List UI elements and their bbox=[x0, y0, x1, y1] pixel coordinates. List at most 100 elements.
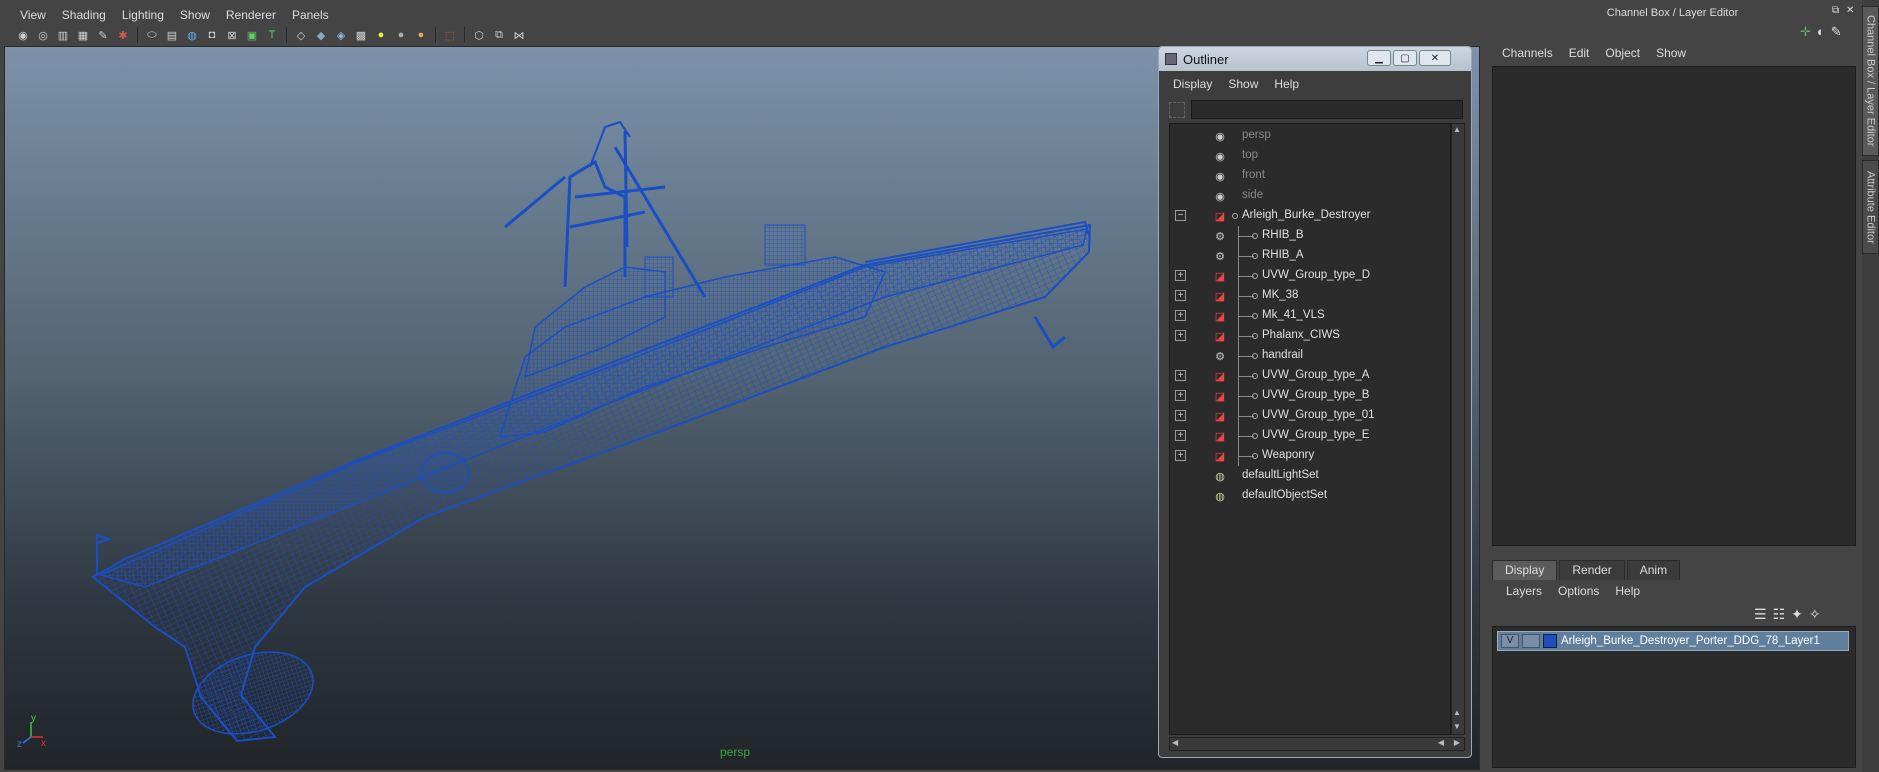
expand-icon[interactable]: + bbox=[1175, 310, 1186, 321]
scroll-down-icon[interactable]: ▼ bbox=[1453, 722, 1463, 732]
outliner-item[interactable]: ◍ defaultLightSet bbox=[1170, 466, 1450, 486]
hud-icon[interactable]: ▣ bbox=[243, 26, 261, 44]
manipulator-icon[interactable]: ✛ bbox=[1800, 24, 1811, 40]
layer-row[interactable]: V Arleigh_Burke_Destroyer_Porter_DDG_78_… bbox=[1497, 631, 1849, 651]
outliner-item[interactable]: ⚙ RHIB_A bbox=[1170, 246, 1450, 266]
collapse-icon[interactable]: − bbox=[1175, 210, 1186, 221]
sphere-gray-icon[interactable]: ● bbox=[392, 26, 410, 44]
maximize-button[interactable]: ▢ bbox=[1393, 50, 1417, 66]
outliner-item[interactable]: ⚙ RHIB_B bbox=[1170, 226, 1450, 246]
layer-menu-help[interactable]: Help bbox=[1607, 584, 1648, 598]
move-layer-up-icon[interactable]: ☰ bbox=[1754, 606, 1767, 623]
pen-icon[interactable]: ✎ bbox=[1831, 24, 1842, 40]
float-icon[interactable]: ⧉ bbox=[1832, 5, 1839, 16]
side-tab-attribute-editor[interactable]: Attribute Editor bbox=[1862, 160, 1879, 254]
xray-icon[interactable]: ✱ bbox=[114, 26, 132, 44]
layer-color-swatch[interactable] bbox=[1543, 634, 1557, 648]
outliner-vertical-scrollbar[interactable]: ▲ ▲ ▼ bbox=[1451, 123, 1465, 735]
wireframe-icon[interactable]: ⬭ bbox=[143, 26, 161, 44]
outliner-item[interactable]: + ◪ UVW_Group_type_B bbox=[1170, 386, 1450, 406]
scroll-left-icon[interactable]: ◀ bbox=[1172, 738, 1178, 747]
scroll-left-icon[interactable]: ◀ bbox=[1438, 738, 1444, 747]
outliner-item[interactable]: + ◪ Weaponry bbox=[1170, 446, 1450, 466]
shadows-icon[interactable]: ◘ bbox=[203, 26, 221, 44]
cb-menu-show[interactable]: Show bbox=[1648, 46, 1694, 60]
bookmark-icon[interactable]: ▥ bbox=[54, 26, 72, 44]
filter-icon[interactable] bbox=[1169, 102, 1185, 118]
default-light-icon[interactable]: ◍ bbox=[183, 26, 201, 44]
scroll-up-icon[interactable]: ▲ bbox=[1453, 125, 1463, 135]
outliner-item[interactable]: + ◪ Phalanx_CIWS bbox=[1170, 326, 1450, 346]
outliner-item[interactable]: + ◪ UVW_Group_type_E bbox=[1170, 426, 1450, 446]
outliner-menu-display[interactable]: Display bbox=[1165, 77, 1220, 97]
grid-icon[interactable]: ✎ bbox=[94, 26, 112, 44]
outliner-search-input[interactable] bbox=[1191, 100, 1463, 119]
cube-tex-icon[interactable]: ◈ bbox=[332, 26, 350, 44]
layer-visibility-toggle[interactable]: V bbox=[1501, 634, 1519, 648]
outliner-item[interactable]: ◍ defaultObjectSet bbox=[1170, 486, 1450, 506]
expand-icon[interactable]: + bbox=[1175, 390, 1186, 401]
sync-icon[interactable]: ◐ bbox=[1817, 24, 1825, 40]
menu-show[interactable]: Show bbox=[172, 8, 218, 22]
tab-render[interactable]: Render bbox=[1559, 560, 1625, 580]
outliner-item[interactable]: ◉ persp bbox=[1170, 126, 1450, 146]
image-plane-icon[interactable]: ▦ bbox=[74, 26, 92, 44]
menu-view[interactable]: View bbox=[12, 8, 54, 22]
expand-icon[interactable]: + bbox=[1175, 410, 1186, 421]
outliner-item[interactable]: + ◪ MK_38 bbox=[1170, 286, 1450, 306]
camera-attrs-icon[interactable]: ◎ bbox=[34, 26, 52, 44]
expand-icon[interactable]: + bbox=[1175, 330, 1186, 341]
outliner-menu-show[interactable]: Show bbox=[1220, 77, 1266, 97]
textured-icon[interactable]: ⊠ bbox=[223, 26, 241, 44]
outliner-window[interactable]: Outliner ▁ ▢ ✕ Display Show Help ◉ persp ◉… bbox=[1158, 46, 1472, 758]
layer-menu-options[interactable]: Options bbox=[1550, 584, 1607, 598]
outliner-item[interactable]: ◉ front bbox=[1170, 166, 1450, 186]
expand-icon[interactable]: + bbox=[1175, 270, 1186, 281]
cb-menu-edit[interactable]: Edit bbox=[1561, 46, 1598, 60]
outliner-item[interactable]: + ◪ Mk_41_VLS bbox=[1170, 306, 1450, 326]
camera-icon[interactable]: ◉ bbox=[14, 26, 32, 44]
outliner-item[interactable]: − ◪ Arleigh_Burke_Destroyer bbox=[1170, 206, 1450, 226]
expand-icon[interactable]: + bbox=[1175, 370, 1186, 381]
cube-solid-icon[interactable]: ◆ bbox=[312, 26, 330, 44]
channel-box-area[interactable] bbox=[1492, 66, 1856, 546]
menu-shading[interactable]: Shading bbox=[54, 8, 114, 22]
cube-icon[interactable]: ◇ bbox=[292, 26, 310, 44]
select-icon[interactable]: ⬚ bbox=[441, 26, 459, 44]
smooth-shade-icon[interactable]: ▤ bbox=[163, 26, 181, 44]
sphere-icon[interactable]: ● bbox=[372, 26, 390, 44]
scroll-right-icon[interactable]: ▶ bbox=[1454, 738, 1460, 747]
outliner-item[interactable]: ◉ side bbox=[1170, 186, 1450, 206]
new-layer-selected-icon[interactable]: ✧ bbox=[1809, 606, 1821, 623]
outliner-item[interactable]: + ◪ UVW_Group_type_A bbox=[1170, 366, 1450, 386]
minimize-button[interactable]: ▁ bbox=[1367, 50, 1391, 66]
outliner-item[interactable]: ⚙ handrail bbox=[1170, 346, 1450, 366]
sphere-gold-icon[interactable]: ● bbox=[412, 26, 430, 44]
checker-icon[interactable]: ▩ bbox=[352, 26, 370, 44]
side-tab-channel-box[interactable]: Channel Box / Layer Editor bbox=[1862, 6, 1879, 156]
menu-lighting[interactable]: Lighting bbox=[114, 8, 172, 22]
outliner-menu-help[interactable]: Help bbox=[1266, 77, 1307, 97]
close-button[interactable]: ✕ bbox=[1419, 50, 1451, 66]
scroll-up-icon[interactable]: ▲ bbox=[1453, 708, 1463, 718]
graph-icon[interactable]: ⋈ bbox=[510, 26, 528, 44]
cb-menu-object[interactable]: Object bbox=[1597, 46, 1648, 60]
expand-icon[interactable]: + bbox=[1175, 290, 1186, 301]
close-icon[interactable]: ✕ bbox=[1846, 5, 1854, 16]
move-layer-down-icon[interactable]: ☷ bbox=[1773, 606, 1786, 623]
outliner-titlebar[interactable]: Outliner ▁ ▢ ✕ bbox=[1159, 47, 1471, 71]
menu-panels[interactable]: Panels bbox=[284, 8, 337, 22]
layer-menu-layers[interactable]: Layers bbox=[1498, 584, 1550, 598]
outliner-item[interactable]: + ◪ UVW_Group_type_01 bbox=[1170, 406, 1450, 426]
expand-icon[interactable]: + bbox=[1175, 430, 1186, 441]
layer-display-type-toggle[interactable] bbox=[1522, 634, 1540, 648]
isolate-icon[interactable]: T bbox=[263, 26, 281, 44]
snap-icon[interactable]: ⬡ bbox=[470, 26, 488, 44]
panel-icon[interactable]: ⧉ bbox=[490, 26, 508, 44]
expand-icon[interactable]: + bbox=[1175, 450, 1186, 461]
new-layer-icon[interactable]: ✦ bbox=[1791, 606, 1803, 623]
cb-menu-channels[interactable]: Channels bbox=[1494, 46, 1561, 60]
outliner-item[interactable]: ◉ top bbox=[1170, 146, 1450, 166]
tab-anim[interactable]: Anim bbox=[1626, 560, 1681, 580]
outliner-horizontal-scrollbar[interactable]: ◀ ◀ ▶ bbox=[1169, 737, 1465, 751]
